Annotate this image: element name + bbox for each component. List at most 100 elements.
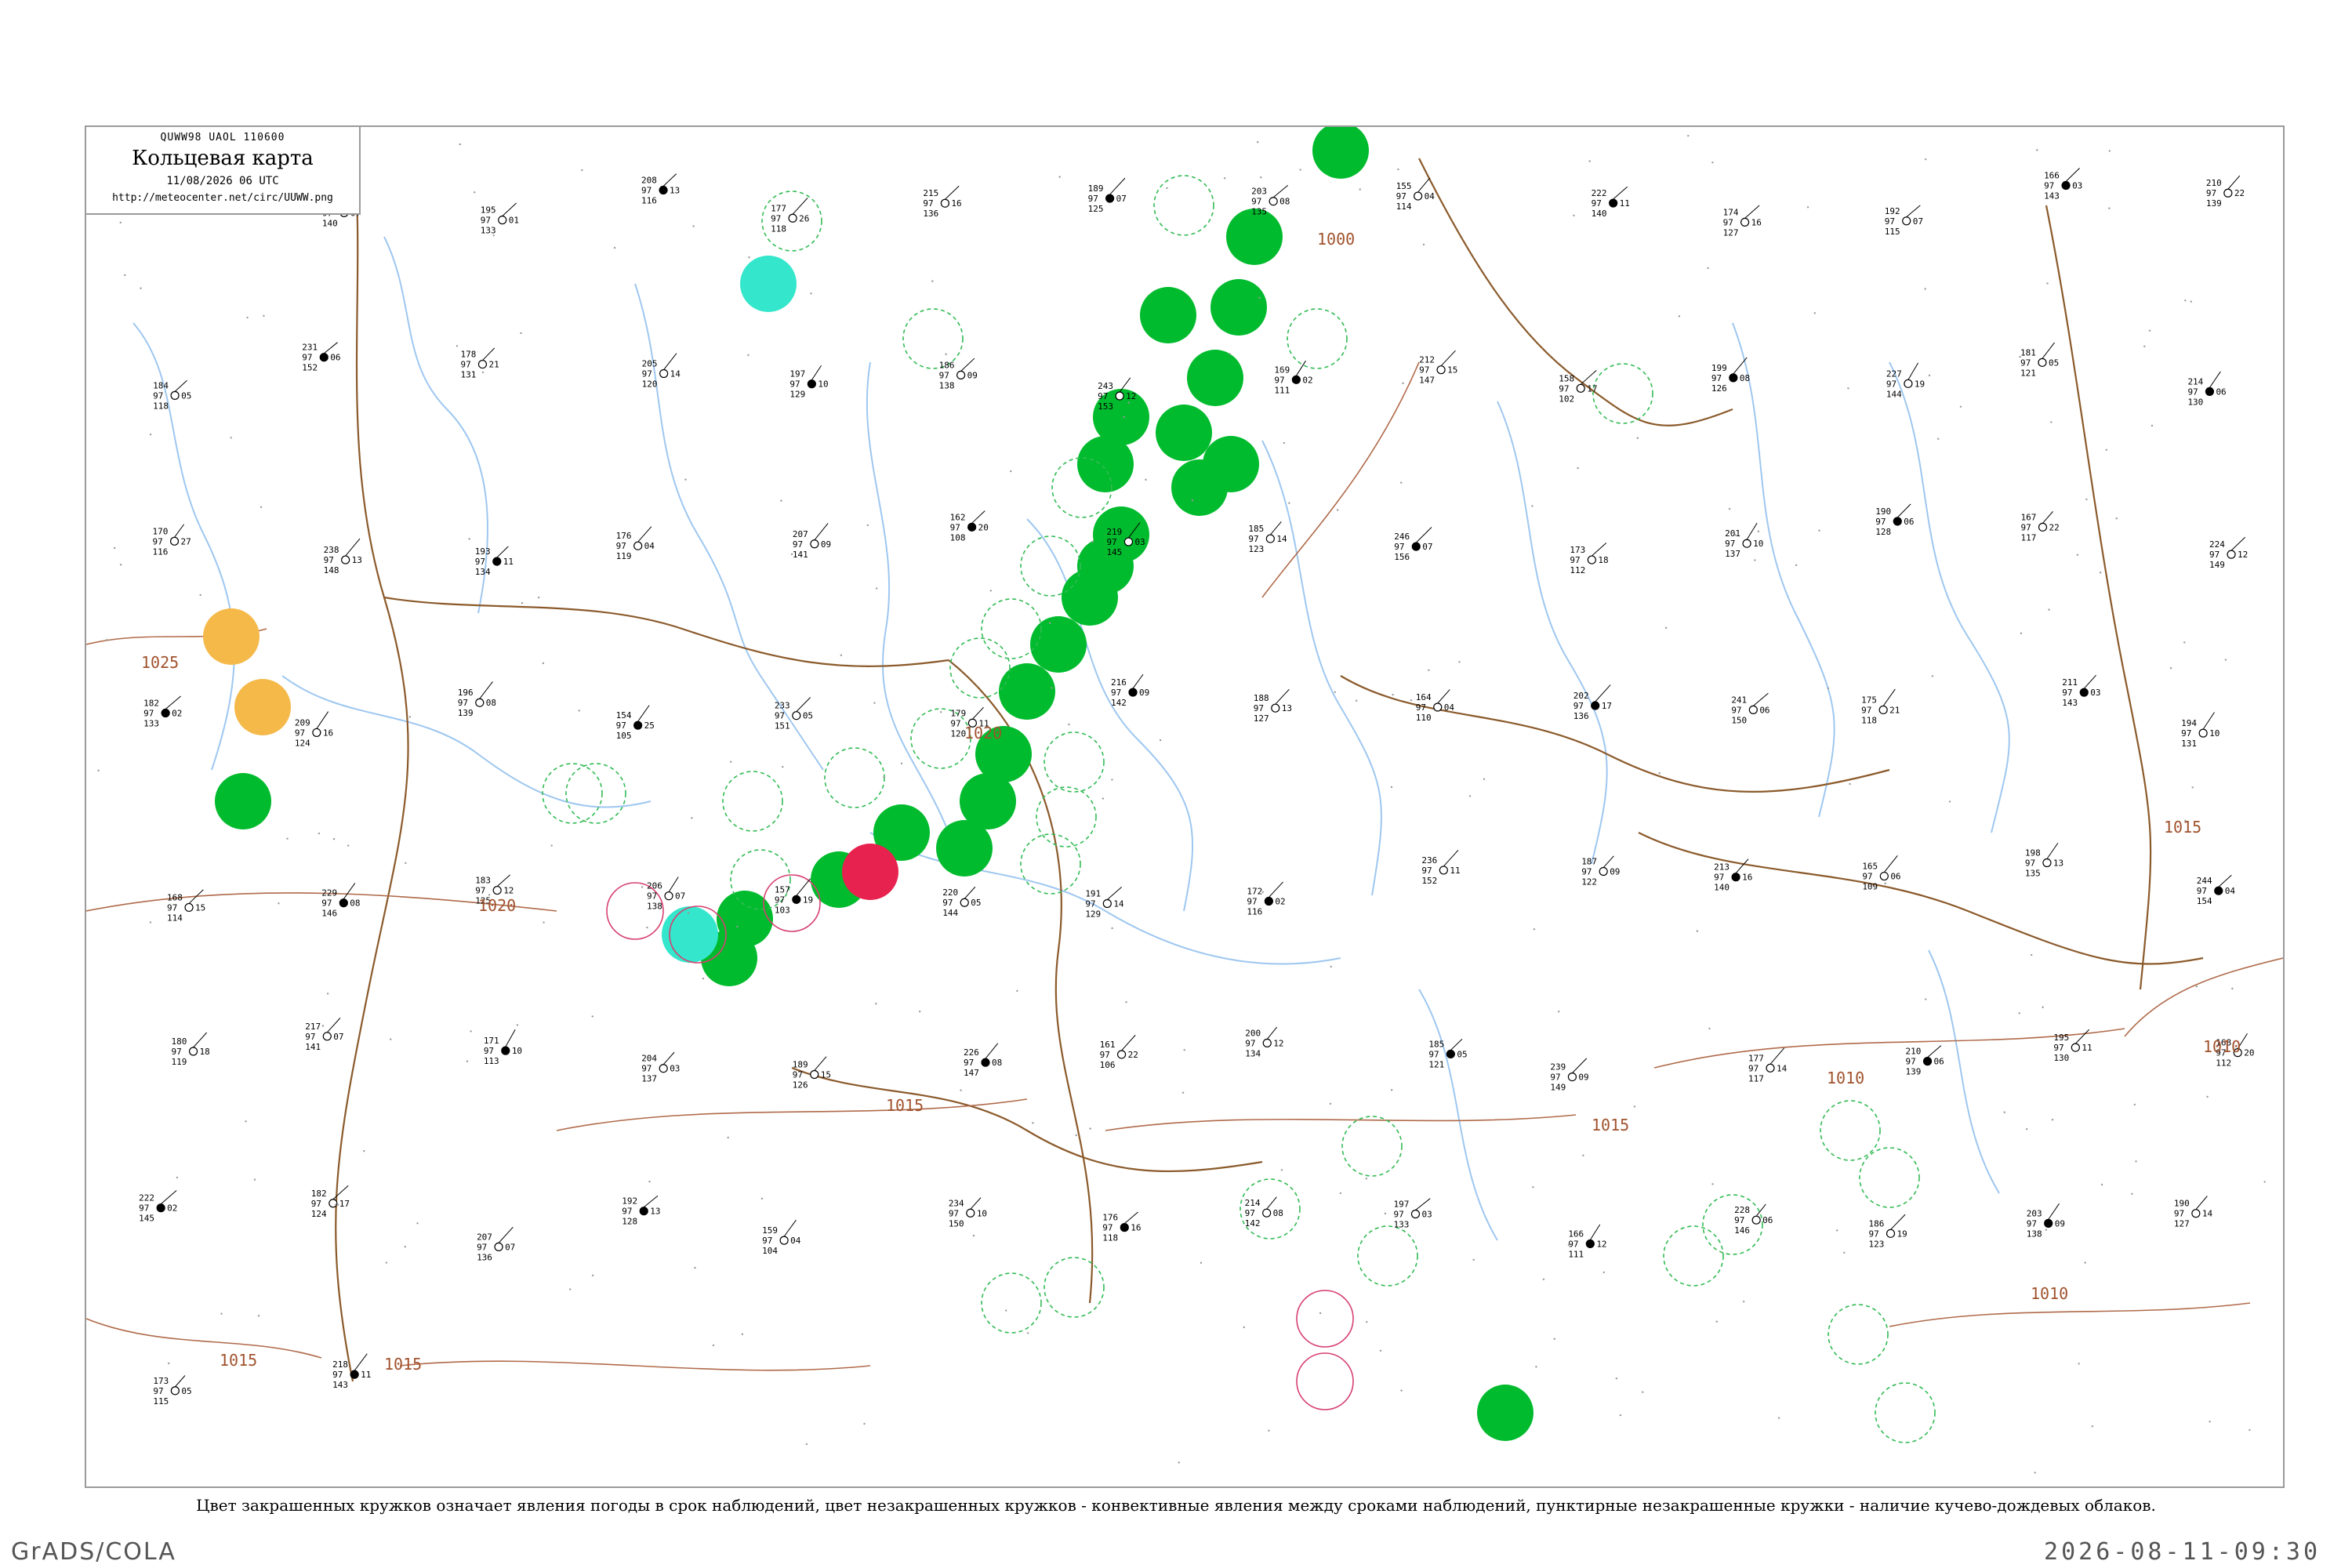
- station-plot[interactable]: 17597 21 118: [1861, 688, 1900, 725]
- station-plot[interactable]: 20297 17 136: [1573, 684, 1612, 721]
- station-plot[interactable]: 21497 06 130: [2187, 371, 2227, 407]
- station-plot[interactable]: 21197 03 143: [2062, 674, 2101, 708]
- station-plot[interactable]: 19297 07 115: [1885, 205, 1923, 237]
- cb-cloud-circle[interactable]: [1287, 308, 1348, 369]
- weather-circle-filled[interactable]: [215, 773, 271, 829]
- cb-cloud-circle[interactable]: [981, 1272, 1042, 1334]
- station-plot[interactable]: 15897 17 102: [1559, 369, 1597, 404]
- station-plot[interactable]: 18997 15 126: [793, 1056, 831, 1091]
- station-plot[interactable]: 21697 09 142: [1111, 673, 1149, 708]
- map-frame[interactable]: 1609718142143970714019597011332089713116…: [85, 125, 2285, 1488]
- cb-cloud-circle[interactable]: [1036, 786, 1097, 848]
- station-plot[interactable]: 22997 08 146: [321, 883, 361, 919]
- station-plot[interactable]: 17397 18 112: [1570, 543, 1609, 576]
- station-plot[interactable]: 22297 11 140: [1592, 186, 1630, 219]
- station-plot[interactable]: 20397 08 135: [1251, 184, 1290, 217]
- map-url[interactable]: http://meteocenter.net/circ/UUWW.png: [86, 192, 359, 204]
- weather-circle-filled[interactable]: [936, 820, 993, 877]
- station-plot[interactable]: 24197 06 150: [1731, 692, 1770, 725]
- weather-circle-filled[interactable]: [1062, 569, 1118, 626]
- station-plot[interactable]: 16997 02 111: [1274, 360, 1313, 395]
- cb-cloud-circle[interactable]: [565, 763, 626, 824]
- cb-cloud-circle[interactable]: [1592, 363, 1653, 424]
- station-plot[interactable]: 22097 05 144: [942, 886, 981, 918]
- station-plot[interactable]: 18197 05 121: [2020, 342, 2059, 378]
- cb-cloud-circle[interactable]: [1663, 1225, 1724, 1287]
- station-plot[interactable]: 19797 03 133: [1393, 1198, 1432, 1230]
- station-plot[interactable]: 21797 07 141: [305, 1018, 344, 1052]
- station-plot[interactable]: 20197 10 137: [1725, 522, 1763, 559]
- station-plot[interactable]: 16297 20 108: [950, 510, 989, 543]
- station-plot[interactable]: 19297 13 128: [622, 1195, 660, 1227]
- station-plot[interactable]: 16897 15 114: [167, 889, 205, 924]
- station-plot[interactable]: 18997 07 125: [1088, 177, 1127, 214]
- station-plot[interactable]: 20797 09 141: [793, 523, 831, 560]
- station-plot[interactable]: 20797 07 136: [477, 1226, 515, 1262]
- station-plot[interactable]: 16697 03 143: [2044, 167, 2082, 201]
- weather-circle-filled[interactable]: [203, 608, 260, 665]
- convective-circle-open[interactable]: [1296, 1352, 1354, 1410]
- station-plot[interactable]: 18697 09 138: [939, 358, 978, 390]
- weather-circle-filled[interactable]: [999, 663, 1055, 720]
- weather-circle-filled[interactable]: [1187, 350, 1243, 406]
- station-plot[interactable]: 20997 16 124: [295, 711, 333, 749]
- station-plot[interactable]: 18697 19 123: [1869, 1214, 1907, 1249]
- station-plot[interactable]: 18297 02 133: [143, 695, 182, 729]
- station-plot[interactable]: 16697 12 111: [1568, 1224, 1607, 1260]
- station-plot[interactable]: 22797 19 144: [1886, 362, 1925, 399]
- station-plot[interactable]: 17797 26 118: [771, 198, 809, 234]
- station-plot[interactable]: 16197 22 106: [1100, 1034, 1138, 1070]
- station-plot[interactable]: 18797 09 122: [1581, 855, 1620, 887]
- weather-circle-filled[interactable]: [1077, 436, 1134, 492]
- station-plot[interactable]: 17397 05 115: [153, 1375, 192, 1406]
- station-plot[interactable]: 17697 04 119: [616, 526, 655, 561]
- station-plot[interactable]: 19097 06 128: [1875, 503, 1915, 537]
- station-plot[interactable]: 18097 18 119: [172, 1032, 210, 1067]
- cb-cloud-circle[interactable]: [981, 598, 1042, 659]
- station-plot[interactable]: 23697 11 152: [1421, 850, 1461, 886]
- station-plot[interactable]: 19197 14 129: [1085, 886, 1124, 920]
- station-plot[interactable]: 17897 21 131: [460, 347, 499, 380]
- station-plot[interactable]: 20097 12 134: [1245, 1026, 1283, 1058]
- cb-cloud-circle[interactable]: [722, 771, 783, 832]
- station-plot[interactable]: 15797 19 103: [775, 878, 813, 916]
- map-canvas[interactable]: 1609718142143970714019597011332089713116…: [86, 127, 2283, 1486]
- cb-cloud-circle[interactable]: [824, 747, 885, 808]
- station-plot[interactable]: 15997 04 104: [762, 1219, 801, 1256]
- station-plot[interactable]: 21097 06 139: [1906, 1045, 1944, 1077]
- station-plot[interactable]: 17297 02 116: [1247, 881, 1286, 917]
- station-plot[interactable]: 20397 09 138: [2027, 1203, 2065, 1239]
- cb-cloud-circle[interactable]: [1357, 1225, 1418, 1287]
- station-plot[interactable]: 17797 14 117: [1748, 1047, 1788, 1084]
- cb-cloud-circle[interactable]: [1859, 1147, 1920, 1208]
- weather-circle-filled[interactable]: [1210, 279, 1267, 336]
- station-plot[interactable]: 16497 04 110: [1416, 689, 1455, 723]
- weather-circle-filled[interactable]: [1156, 405, 1212, 461]
- cb-cloud-circle[interactable]: [1828, 1304, 1889, 1365]
- cb-cloud-circle[interactable]: [1020, 535, 1081, 597]
- cb-cloud-circle[interactable]: [1044, 731, 1105, 793]
- station-plot[interactable]: 15597 04 114: [1396, 177, 1436, 212]
- station-plot[interactable]: 19597 01 133: [481, 202, 519, 236]
- station-plot[interactable]: 23997 09 149: [1550, 1058, 1589, 1093]
- cb-cloud-circle[interactable]: [1341, 1116, 1403, 1177]
- station-plot[interactable]: 20897 13 116: [641, 173, 680, 206]
- station-plot[interactable]: 20497 03 137: [641, 1051, 680, 1084]
- station-plot[interactable]: 21297 15 147: [1419, 350, 1457, 386]
- weather-circle-filled[interactable]: [842, 844, 898, 900]
- weather-circle-filled[interactable]: [1226, 209, 1283, 265]
- station-plot[interactable]: 18297 17 124: [311, 1185, 350, 1219]
- station-plot[interactable]: 18897 13 127: [1254, 688, 1292, 724]
- cb-cloud-circle[interactable]: [1702, 1194, 1763, 1255]
- station-plot[interactable]: 20697 07 138: [647, 877, 685, 912]
- weather-circle-filled[interactable]: [234, 679, 291, 735]
- station-plot[interactable]: 21897 11 143: [332, 1353, 371, 1390]
- weather-circle-filled[interactable]: [1030, 616, 1087, 673]
- station-plot[interactable]: 17697 16 118: [1102, 1211, 1142, 1243]
- station-plot[interactable]: 22897 06 146: [1734, 1203, 1773, 1236]
- station-plot[interactable]: 21497 08 142: [1245, 1196, 1283, 1229]
- station-plot[interactable]: 17197 10 113: [484, 1029, 522, 1066]
- station-plot[interactable]: 19897 13 135: [2025, 842, 2063, 879]
- station-plot[interactable]: 22497 12 149: [2209, 536, 2248, 570]
- station-plot[interactable]: 19397 11 134: [475, 546, 514, 577]
